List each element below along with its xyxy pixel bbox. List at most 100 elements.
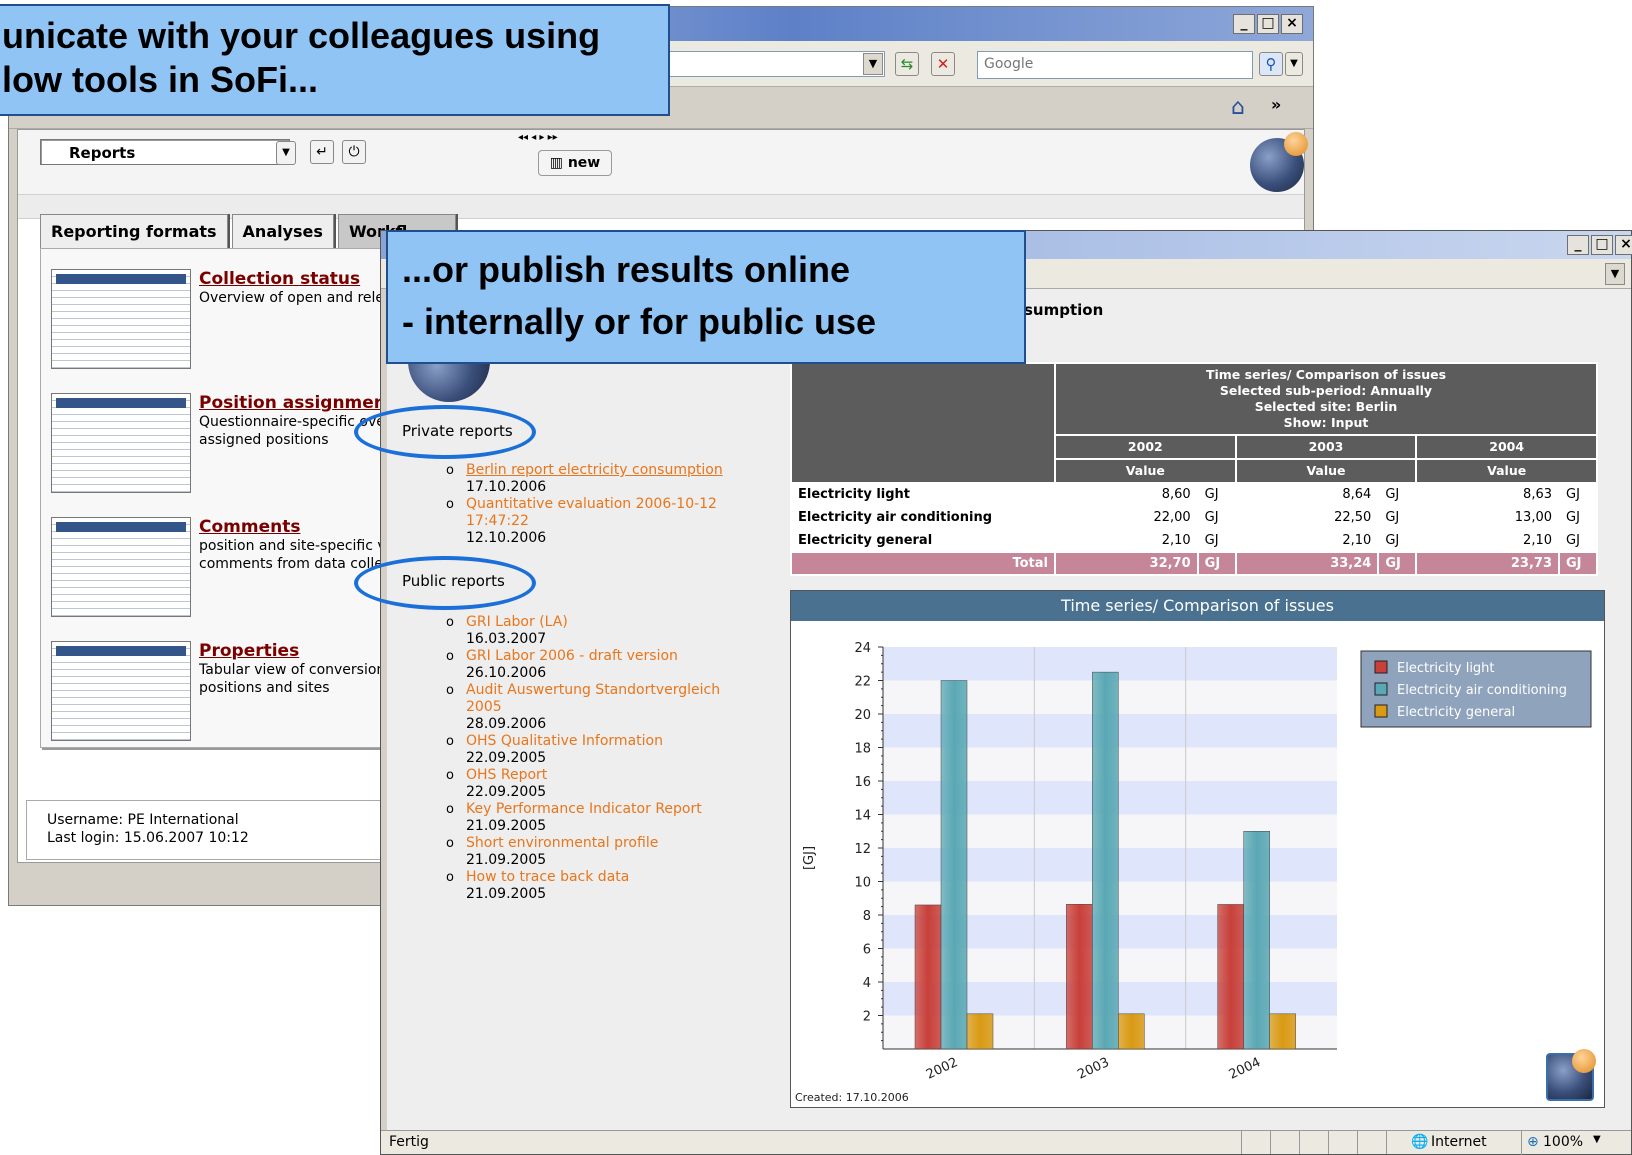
zone-text: Internet xyxy=(1431,1134,1487,1150)
address-bar[interactable] xyxy=(639,51,885,77)
callout-line-2: low tools in SoFi... xyxy=(2,59,318,100)
zoom-level[interactable]: 100% xyxy=(1543,1134,1583,1150)
status-bar: Fertig 🌐 Internet ⊕ 100% ▼ xyxy=(381,1130,1631,1155)
minimize-icon[interactable]: _ xyxy=(1567,235,1589,255)
list-item: Audit Auswertung Standortvergleich 20052… xyxy=(446,682,746,733)
x-tick-label: 2003 xyxy=(1075,1055,1111,1083)
year-header: 2003 xyxy=(1234,434,1418,460)
cell-unit: GJ xyxy=(1558,482,1598,507)
bar xyxy=(1118,1013,1145,1050)
tab-reporting-formats[interactable]: Reporting formats xyxy=(40,214,228,248)
cell-value: 8,64 xyxy=(1234,482,1380,507)
report-table: Time series/ Comparison of issues Select… xyxy=(790,362,1598,576)
list-item: Berlin report electricity consumption17.… xyxy=(446,462,746,496)
chevron-down-icon[interactable]: ▼ xyxy=(1605,263,1625,285)
report-date: 17.10.2006 xyxy=(466,479,547,495)
legend-label: Electricity general xyxy=(1397,705,1515,720)
cell-value: 2,10 xyxy=(1234,528,1380,553)
entry-title-link[interactable]: Position assignment xyxy=(199,393,394,413)
list-item: Short environmental profile21.09.2005 xyxy=(446,835,746,869)
list-item: Quantitative evaluation 2006-10-12 17:47… xyxy=(446,496,746,547)
callout-line-2: - internally or for public use xyxy=(402,301,877,342)
bar-chart: 24681012141618202224[GJ]2002 2003 2004Elec… xyxy=(795,641,1592,1104)
report-link[interactable]: How to trace back data xyxy=(466,869,629,885)
cell-unit: GJ xyxy=(1377,482,1418,507)
chevron-down-icon[interactable]: ▼ xyxy=(863,53,883,75)
cell-unit: GJ xyxy=(1196,482,1237,507)
x-tick-label: 2004 xyxy=(1227,1055,1263,1083)
power-icon[interactable]: ⏻ xyxy=(342,140,366,164)
search-icon[interactable]: ⚲ xyxy=(1259,52,1283,76)
table-row: Electricity air conditioning 22,00 GJ 22,… xyxy=(790,505,1598,530)
module-select[interactable]: Reports xyxy=(40,139,290,165)
callout-workflow: unicate with your colleagues using low t… xyxy=(0,4,670,116)
legend-label: Electricity light xyxy=(1397,661,1495,676)
cell-unit: GJ xyxy=(1377,505,1418,530)
bar xyxy=(1092,671,1119,1050)
cell-unit: GJ xyxy=(1196,505,1237,530)
entry-title-link[interactable]: Collection status xyxy=(199,269,360,289)
cell-unit: GJ xyxy=(1558,551,1598,576)
y-tick-label: 6 xyxy=(863,943,871,958)
cell-value: 22,00 xyxy=(1054,505,1199,530)
cell-unit: GJ xyxy=(1558,528,1598,553)
cell-unit: GJ xyxy=(1377,528,1418,553)
chevron-down-icon[interactable]: ▼ xyxy=(1593,1134,1601,1145)
back-arrow-icon[interactable]: ↵ xyxy=(310,140,334,164)
home-icon[interactable]: ⌂ xyxy=(1231,95,1245,120)
y-tick-label: 8 xyxy=(863,909,871,924)
new-button-label: new xyxy=(567,155,601,171)
report-link[interactable]: GRI Labor 2006 - draft version xyxy=(466,648,678,664)
report-link[interactable]: Key Performance Indicator Report xyxy=(466,801,702,817)
search-input[interactable]: Google xyxy=(977,51,1253,79)
highlight-ellipse xyxy=(354,556,536,610)
y-axis-label: [GJ] xyxy=(802,846,817,870)
cell-value: 2,10 xyxy=(1415,528,1560,553)
new-button[interactable]: ▥ new xyxy=(538,150,612,176)
chart-panel: Time series/ Comparison of issues 2 4 6 8 10… xyxy=(790,590,1605,1108)
cell-unit: GJ xyxy=(1196,551,1237,576)
entry-title-link[interactable]: Properties xyxy=(199,641,299,661)
highlight-ellipse xyxy=(354,405,536,459)
report-link[interactable]: OHS Report xyxy=(466,767,547,783)
report-link[interactable]: OHS Qualitative Information xyxy=(466,733,663,749)
row-label: Electricity light xyxy=(790,482,1056,507)
search-options-icon[interactable]: ▼ xyxy=(1285,52,1303,76)
tab-analyses[interactable]: Analyses xyxy=(231,214,334,248)
status-panels xyxy=(1241,1131,1401,1154)
y-tick-label: 22 xyxy=(854,675,871,690)
cell-value: 22,50 xyxy=(1234,505,1380,530)
pager-icon[interactable]: ◂◂ ◂ ▸ ▸▸ xyxy=(518,132,558,143)
stop-icon[interactable]: ✕ xyxy=(931,52,955,76)
close-icon[interactable]: × xyxy=(1281,14,1303,34)
legend-swatch xyxy=(1374,660,1388,674)
list-item: GRI Labor (LA)16.03.2007 xyxy=(446,614,746,648)
report-thumbnail xyxy=(51,517,191,617)
maximize-icon[interactable]: □ xyxy=(1591,235,1613,255)
report-link[interactable]: Audit Auswertung Standortvergleich 2005 xyxy=(466,682,720,715)
legend-swatch xyxy=(1374,682,1388,696)
table-row-total: Total 32,70 GJ 33,24 GJ 23,73 GJ xyxy=(790,551,1598,576)
report-link[interactable]: Short environmental profile xyxy=(466,835,658,851)
report-date: 22.09.2005 xyxy=(466,784,547,800)
refresh-icon[interactable]: ⇆ xyxy=(895,52,919,76)
close-icon[interactable]: × xyxy=(1615,235,1632,255)
bar xyxy=(940,680,968,1050)
report-date: 21.09.2005 xyxy=(466,852,547,868)
username-text: Username: PE International xyxy=(47,812,239,828)
list-item: How to trace back data21.09.2005 xyxy=(446,869,746,903)
status-divider xyxy=(1521,1131,1522,1155)
y-tick-label: 12 xyxy=(854,842,871,857)
more-icon[interactable]: » xyxy=(1271,95,1281,114)
maximize-icon[interactable]: □ xyxy=(1257,14,1279,34)
bar xyxy=(1243,831,1270,1050)
table-header: Time series/ Comparison of issues Select… xyxy=(1054,362,1598,436)
y-tick-label: 2 xyxy=(863,1010,871,1025)
entry-title-link[interactable]: Comments xyxy=(199,517,300,537)
minimize-icon[interactable]: _ xyxy=(1233,14,1255,34)
report-link[interactable]: GRI Labor (LA) xyxy=(466,614,568,630)
public-reports-list: GRI Labor (LA)16.03.2007 GRI Labor 2006 … xyxy=(446,614,746,903)
report-link[interactable]: Quantitative evaluation 2006-10-12 17:47… xyxy=(466,496,717,529)
chevron-down-icon[interactable]: ▼ xyxy=(276,141,296,165)
report-link[interactable]: Berlin report electricity consumption xyxy=(466,462,723,478)
